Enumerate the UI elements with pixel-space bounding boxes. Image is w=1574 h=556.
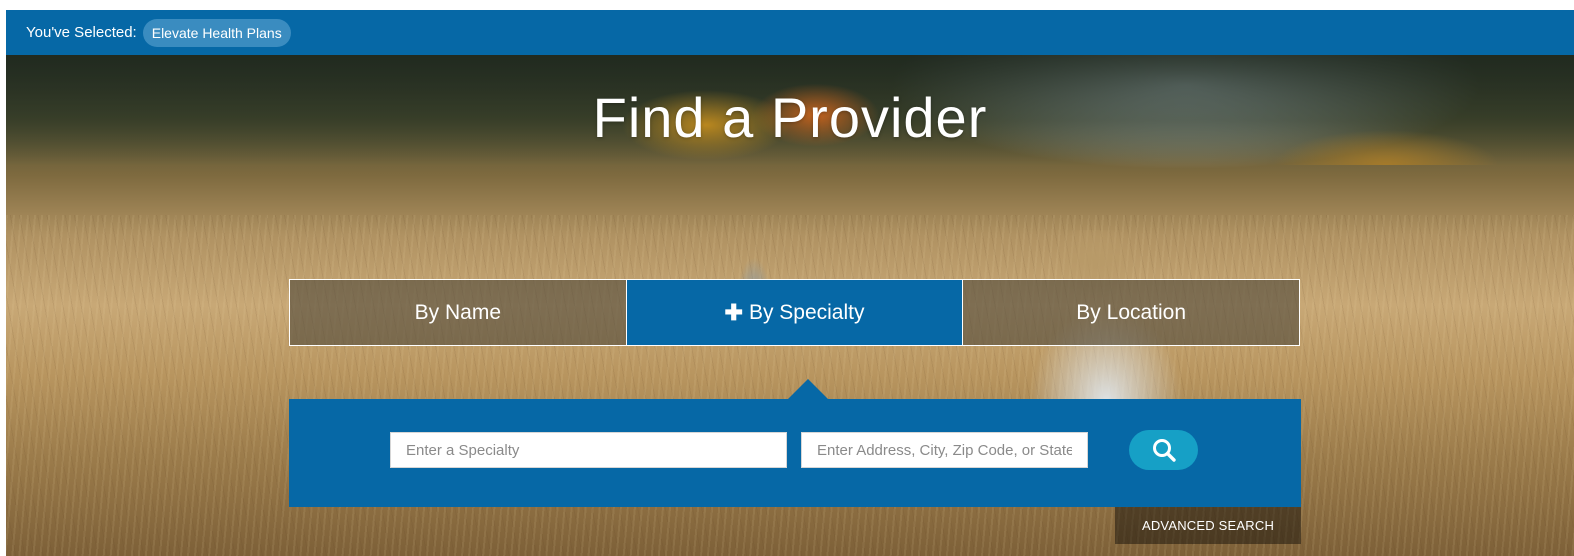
search-mode-tabs: By Name ✚ By Specialty By Location: [289, 279, 1300, 346]
search-button[interactable]: [1129, 430, 1198, 470]
search-icon: [1152, 439, 1176, 462]
active-tab-pointer: [788, 379, 828, 399]
selected-plan-chip[interactable]: Elevate Health Plans: [142, 18, 291, 47]
page-title: Find a Provider: [592, 86, 988, 149]
page: You've Selected: Elevate Health Plans Fi…: [0, 0, 1574, 556]
plus-icon: ✚: [724, 299, 743, 325]
tab-by-location-label: By Location: [1076, 300, 1187, 324]
tab-by-specialty[interactable]: ✚ By Specialty: [625, 280, 963, 345]
address-input[interactable]: [801, 432, 1088, 468]
left-margin: [0, 0, 6, 556]
selection-label: You've Selected:: [26, 24, 137, 41]
specialty-input[interactable]: [390, 432, 787, 468]
tab-by-name-label: By Name: [414, 300, 502, 324]
advanced-search-link[interactable]: ADVANCED SEARCH: [1115, 507, 1301, 544]
tab-by-name[interactable]: By Name: [290, 280, 626, 345]
top-margin: [0, 0, 1574, 10]
tab-by-location[interactable]: By Location: [962, 280, 1300, 345]
tab-by-specialty-label: By Specialty: [748, 300, 865, 324]
selection-bar: You've Selected: Elevate Health Plans: [6, 10, 1574, 55]
